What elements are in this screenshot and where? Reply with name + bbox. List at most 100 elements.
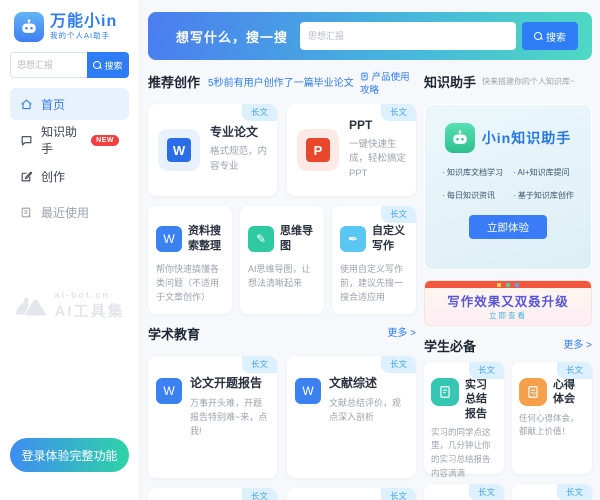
card-title: 文献综述	[329, 376, 408, 392]
promo-banner-trim	[425, 281, 591, 288]
app-tagline: 我的个人AI助手	[50, 30, 117, 41]
student-section-header: 学生必备 更多 >	[424, 336, 592, 360]
knowledge-assistant-panel: 小in知识助手 知识库文档学习 AI+知识库提问 每日知识资讯 基于知识库创作 …	[424, 104, 592, 270]
robot-logo-icon	[445, 123, 475, 153]
card-desc: AI思维导图，让想法清晰起来	[248, 262, 316, 291]
mindmap-icon: ✎	[248, 226, 274, 252]
card-custom-writing[interactable]: 长文 ✒ 自定义写作 使用自定义写作前，建议先搜一搜合适应用	[332, 206, 416, 314]
sidebar-item-label: 首页	[41, 96, 65, 113]
sidebar-search: 搜索	[10, 52, 129, 78]
edit-icon	[20, 170, 33, 183]
new-badge: NEW	[91, 135, 119, 146]
long-text-badge: 长文	[557, 362, 592, 379]
section-title: 学术教育	[148, 324, 200, 343]
panel-title: 小in知识助手	[482, 128, 571, 148]
feature-item: 每日知识资讯	[442, 190, 503, 201]
section-title: 学生必备	[424, 336, 476, 355]
promo-title: 写作效果又双叒升级	[425, 291, 591, 310]
card-mindmap[interactable]: ✎ 思维导图 AI思维导图，让想法清晰起来	[240, 206, 324, 314]
card-title: 心得体会	[553, 378, 585, 407]
student-cards-row: 长文 实习总结报告 实习的同学点这里，几分钟让你的实习总结报告内容满满 长文	[424, 362, 592, 474]
card-desc: 文献总结评价，观点深入剖析	[329, 396, 408, 425]
app-title: 万能小in	[50, 13, 117, 31]
sidebar-nav: 首页 知识助手 NEW 创作 最近使用	[10, 88, 129, 228]
notes-icon	[519, 378, 547, 406]
sidebar-item-home[interactable]: 首页	[10, 88, 129, 120]
promo-subtitle: 立即查看	[425, 310, 591, 321]
card-partial[interactable]: 长文	[424, 484, 504, 500]
card-desc: 一键快速生成，轻松搞定PPT	[349, 138, 406, 182]
knowledge-title: 知识助手	[424, 72, 476, 91]
card-research-search[interactable]: W 资料搜索整理 帮你快速搞懂各类问题（不适用于文章创作）	[148, 206, 232, 314]
card-partial[interactable]: 长文	[148, 488, 277, 500]
user-activity-ticker: 5秒前有用户创作了一篇毕业论文	[208, 74, 360, 89]
long-text-badge: 长文	[557, 484, 592, 500]
long-text-badge: 长文	[242, 104, 277, 121]
card-reflections[interactable]: 长文 心得体会 任何心得体会，都献上价值！	[512, 362, 592, 474]
watermark-line2: AI工具集	[54, 300, 124, 321]
word-icon: W	[158, 129, 200, 171]
sidebar-item-label: 最近使用	[41, 204, 89, 221]
card-partial[interactable]: 长文	[287, 488, 416, 500]
card-title: 思维导图	[280, 224, 316, 254]
long-text-badge: 长文	[242, 488, 277, 500]
watermark: ai-bot.cn AI工具集	[0, 290, 139, 321]
hero-search-input[interactable]	[300, 22, 516, 50]
word-icon: W	[295, 378, 321, 404]
watermark-logo-icon	[14, 295, 48, 317]
card-desc: 使用自定义写作前，建议先搜一搜合适应用	[340, 262, 408, 305]
card-title: 专业论文	[210, 125, 267, 141]
knowledge-header: 知识助手 快来搭建你的个人知识库~	[424, 72, 592, 102]
more-link[interactable]: 更多 >	[563, 336, 592, 351]
promo-banner[interactable]: 写作效果又双叒升级 立即查看	[424, 280, 592, 326]
home-icon	[20, 98, 33, 111]
word-icon: W	[156, 226, 182, 252]
card-title: 资料搜索整理	[188, 224, 224, 254]
feature-item: AI+知识库提问	[513, 167, 574, 178]
long-text-badge: 长文	[469, 362, 504, 379]
card-thesis-proposal[interactable]: 长文 W 论文开题报告 万事开头难，开题报告特别难~来，点我!	[148, 356, 277, 478]
recommend-title: 推荐创作	[148, 72, 200, 91]
hero-label: 想写什么，搜一搜	[176, 27, 288, 46]
card-literature-review[interactable]: 长文 W 文献综述 文献总结评价，观点深入剖析	[287, 356, 416, 478]
student-cards-row-partial: 长文 长文	[424, 484, 592, 500]
card-desc: 任何心得体会，都献上价值！	[519, 412, 585, 439]
knowledge-subtitle: 快来搭建你的个人知识库~	[482, 76, 575, 87]
login-button[interactable]: 登录体验完整功能	[10, 438, 129, 472]
try-now-button[interactable]: 立即体验	[469, 215, 547, 239]
card-professional-paper[interactable]: 长文 W 专业论文 格式规范，内容专业	[148, 104, 277, 196]
pen-icon: ✒	[340, 226, 366, 252]
sidebar-item-knowledge[interactable]: 知识助手 NEW	[10, 124, 129, 156]
recent-icon	[20, 206, 33, 219]
app-logo[interactable]: 万能小in 我的个人AI助手	[10, 10, 129, 52]
sidebar-item-create[interactable]: 创作	[10, 160, 129, 192]
sidebar-item-recent[interactable]: 最近使用	[10, 196, 129, 228]
tool-cards-row: W 资料搜索整理 帮你快速搞懂各类问题（不适用于文章创作） ✎ 思维导图 AI思…	[148, 206, 416, 314]
card-partial[interactable]: 长文	[512, 484, 592, 500]
search-icon	[534, 32, 543, 41]
knowledge-column: 知识助手 快来搭建你的个人知识库~ 小in知识助手 知识库文档学习 AI+知识库…	[424, 72, 592, 500]
featured-cards-row: 长文 W 专业论文 格式规范，内容专业 长文 P PPT 一键快速生成，轻松搞定…	[148, 104, 416, 196]
academic-cards-row: 长文 W 论文开题报告 万事开头难，开题报告特别难~来，点我! 长文 W 文献综…	[148, 356, 416, 478]
more-link[interactable]: 更多 >	[387, 324, 416, 339]
feature-list: 知识库文档学习 AI+知识库提问 每日知识资讯 基于知识库创作	[432, 167, 584, 201]
search-icon	[93, 61, 102, 70]
sidebar-search-input[interactable]	[10, 52, 87, 78]
academic-cards-row-partial: 长文 长文	[148, 488, 416, 500]
hero-search-button[interactable]: 搜索	[522, 22, 578, 50]
card-desc: 万事开头难，开题报告特别难~来，点我!	[190, 396, 269, 439]
app-window: 万能小in 我的个人AI助手 搜索 首页 知识助手 NEW 创作	[0, 0, 600, 500]
report-icon	[431, 378, 459, 406]
ppt-icon: P	[297, 129, 339, 171]
card-title: 论文开题报告	[190, 376, 269, 392]
feature-item: 知识库文档学习	[442, 167, 503, 178]
long-text-badge: 长文	[469, 484, 504, 500]
card-ppt[interactable]: 长文 P PPT 一键快速生成，轻松搞定PPT	[287, 104, 416, 196]
card-internship-report[interactable]: 长文 实习总结报告 实习的同学点这里，几分钟让你的实习总结报告内容满满	[424, 362, 504, 474]
product-guide-link[interactable]: 产品使用攻略	[360, 72, 416, 98]
card-title: 自定义写作	[372, 224, 408, 254]
sidebar-search-button[interactable]: 搜索	[87, 52, 129, 78]
long-text-badge: 长文	[381, 356, 416, 373]
robot-logo-icon	[14, 12, 44, 42]
word-icon: W	[156, 378, 182, 404]
